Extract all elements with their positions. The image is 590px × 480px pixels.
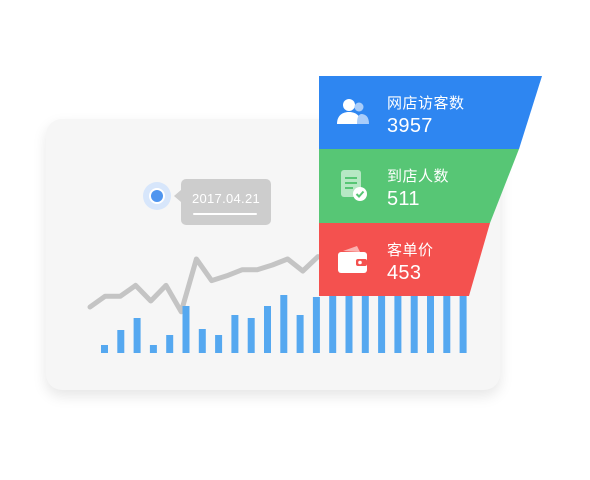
document-check-icon bbox=[341, 170, 367, 201]
data-point-marker[interactable] bbox=[143, 182, 171, 210]
bar bbox=[312, 297, 320, 353]
bar bbox=[198, 329, 206, 353]
bar bbox=[149, 345, 157, 353]
funnel-value: 511 bbox=[387, 188, 420, 210]
trend-chart bbox=[87, 254, 467, 353]
bar bbox=[280, 295, 288, 353]
wallet-icon bbox=[338, 246, 367, 273]
bar bbox=[166, 335, 174, 353]
bar bbox=[215, 335, 223, 353]
bar bbox=[329, 291, 337, 353]
funnel-value: 453 bbox=[387, 262, 422, 284]
bar bbox=[264, 306, 271, 353]
funnel-value: 3957 bbox=[387, 115, 433, 137]
data-point-dot bbox=[151, 190, 163, 202]
bar bbox=[133, 318, 141, 353]
bar bbox=[231, 315, 239, 353]
tooltip-date: 2017.04.21 bbox=[191, 191, 261, 206]
bar bbox=[182, 306, 190, 353]
funnel-label: 到店人数 bbox=[387, 168, 450, 185]
funnel-label: 网店访客数 bbox=[387, 95, 465, 112]
bar bbox=[247, 318, 255, 353]
funnel-band-visitors[interactable]: 网店访客数 3957 bbox=[319, 76, 542, 149]
bar bbox=[117, 330, 125, 353]
tooltip-underline bbox=[193, 213, 257, 215]
users-icon bbox=[337, 99, 369, 124]
funnel-band-store-visits[interactable]: 到店人数 511 bbox=[319, 149, 519, 223]
funnel-label: 客单价 bbox=[387, 242, 434, 259]
funnel-band-avg-order[interactable]: 客单价 453 bbox=[319, 223, 490, 296]
bar bbox=[296, 315, 304, 353]
bar bbox=[101, 345, 108, 353]
date-tooltip: 2017.04.21 bbox=[174, 179, 271, 225]
